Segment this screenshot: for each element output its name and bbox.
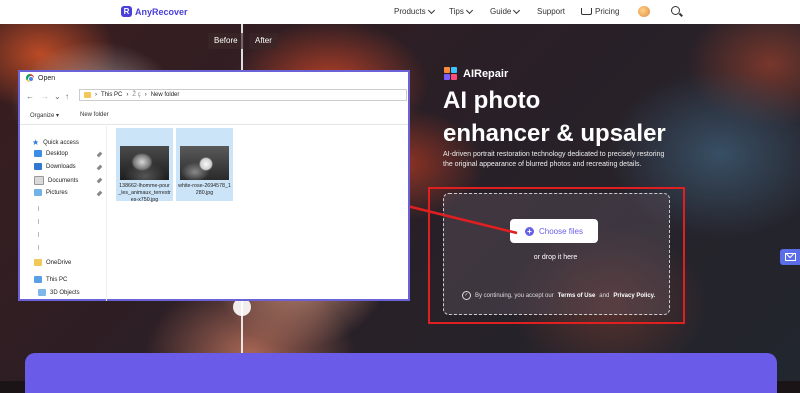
open-file-dialog: Open ← → ⌄ ↑ › This PC › Ž ç › New folde… (18, 70, 410, 301)
nav-quick-access-label: Quick access (43, 139, 79, 146)
nav-desktop[interactable]: Desktop (34, 150, 68, 157)
path-separator: › (126, 92, 129, 98)
dropdown-chevron-icon[interactable]: ⌄ (54, 92, 61, 101)
nav-onedrive-label: OneDrive (46, 259, 72, 266)
mail-icon[interactable] (780, 249, 800, 265)
bottom-section-band (25, 353, 777, 393)
nav-pictures[interactable]: Pictures (34, 189, 68, 196)
path-blurred[interactable]: Ž ç (132, 92, 140, 98)
chrome-icon (26, 74, 34, 82)
address-row: ← → ⌄ ↑ › This PC › Ž ç › New folder (20, 88, 408, 104)
rose-photo-thumbnail (180, 146, 229, 180)
nav-documents[interactable]: Documents (34, 176, 78, 185)
pin-icon (96, 177, 103, 184)
man-photo-thumbnail (120, 146, 169, 180)
pc-icon (34, 276, 42, 283)
nav-3d-objects-label: 3D Objects (50, 289, 80, 296)
path-separator: › (144, 92, 147, 98)
organize-button[interactable]: Organize ▾ (30, 112, 59, 119)
nav-this-pc[interactable]: This PC (34, 276, 67, 283)
tree-line (38, 219, 39, 224)
cube-icon (38, 289, 46, 296)
up-arrow-icon[interactable]: ↑ (65, 92, 69, 101)
documents-icon (34, 176, 44, 185)
file-name: 138662-lhomme-pour_les_animaux_terrestre… (118, 183, 171, 203)
path-new-folder[interactable]: New folder (151, 92, 180, 98)
nav-this-pc-label: This PC (46, 276, 68, 283)
nav-quick-access[interactable]: ★ Quick access (32, 138, 79, 147)
nav-downloads[interactable]: Downloads (34, 163, 76, 170)
forward-arrow-icon[interactable]: → (41, 92, 49, 101)
nav-3d-objects[interactable]: 3D Objects (38, 289, 80, 296)
nav-pictures-label: Pictures (46, 189, 68, 196)
new-folder-button[interactable]: New folder (80, 112, 109, 118)
pin-icon (96, 164, 103, 171)
pin-icon (96, 151, 103, 158)
pictures-icon (34, 189, 42, 196)
pin-icon (96, 190, 103, 197)
tree-line (38, 232, 39, 237)
dialog-title-bar: Open (26, 74, 55, 82)
nav-downloads-label: Downloads (46, 163, 76, 170)
nav-documents-label: Documents (48, 177, 79, 184)
command-bar: Organize ▾ New folder (20, 110, 408, 122)
divider (20, 124, 408, 125)
nav-onedrive[interactable]: OneDrive (34, 259, 71, 266)
tree-line (38, 245, 39, 250)
tree-line (38, 206, 39, 211)
onedrive-icon (34, 259, 42, 266)
navigation-pane: ★ Quick access Desktop Downloads Documen… (20, 126, 106, 301)
file-item[interactable]: white-rose-2694578_1280.jpg (176, 128, 233, 201)
nav-desktop-label: Desktop (46, 150, 69, 157)
dialog-title: Open (38, 74, 56, 82)
file-item[interactable]: 138662-lhomme-pour_les_animaux_terrestre… (116, 128, 173, 203)
file-name: white-rose-2694578_1280.jpg (178, 183, 231, 196)
path-separator: › (95, 92, 97, 98)
desktop-icon (34, 150, 42, 157)
back-arrow-icon[interactable]: ← (26, 92, 34, 101)
star-icon: ★ (32, 138, 40, 147)
address-bar[interactable]: › This PC › Ž ç › New folder (79, 89, 407, 101)
path-this-pc[interactable]: This PC (101, 92, 122, 98)
folder-icon (84, 92, 91, 98)
download-icon (34, 163, 42, 170)
pane-divider (106, 126, 107, 301)
